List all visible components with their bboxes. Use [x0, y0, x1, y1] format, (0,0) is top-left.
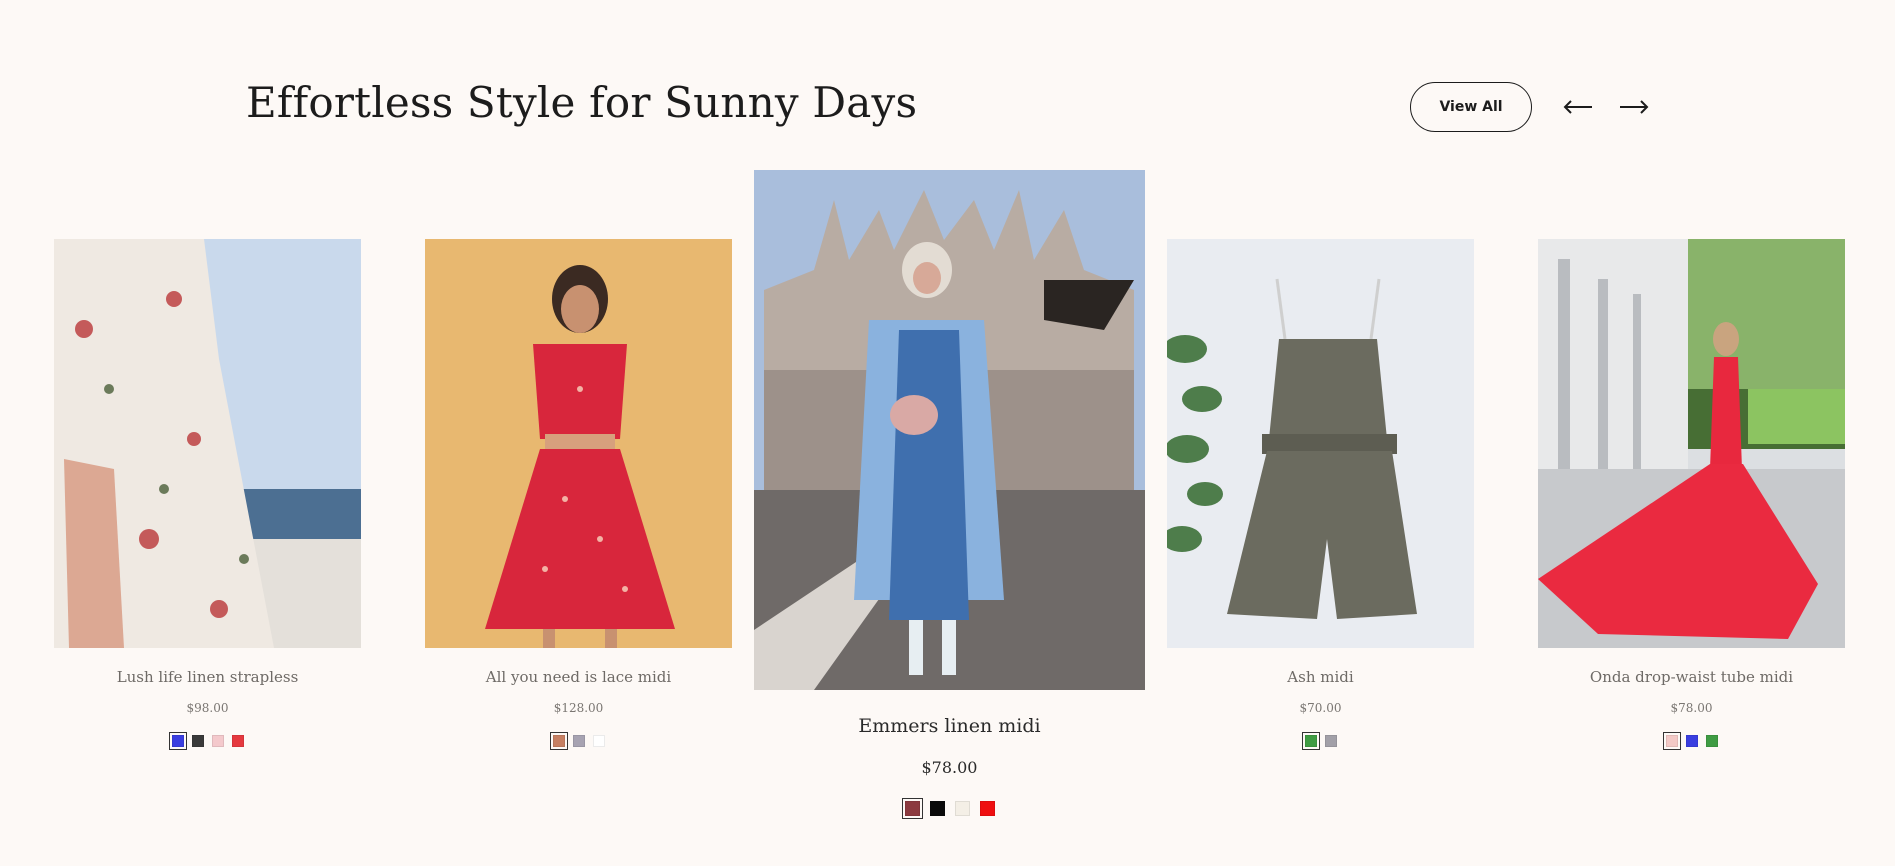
arrow-left-icon — [1563, 100, 1592, 114]
color-swatch[interactable] — [1705, 735, 1718, 747]
color-swatch[interactable] — [929, 801, 945, 816]
color-swatch[interactable] — [231, 735, 244, 747]
product-card[interactable]: All you need is lace midi $128.00 — [425, 239, 732, 759]
product-price: $78.00 — [921, 758, 978, 777]
color-swatch[interactable] — [1324, 735, 1337, 747]
color-swatches — [425, 732, 732, 750]
product-image[interactable] — [1538, 239, 1845, 648]
color-swatch[interactable] — [191, 735, 204, 747]
color-swatch[interactable] — [979, 801, 995, 816]
product-card[interactable]: Ash midi $70.00 — [1167, 239, 1474, 759]
product-card-featured[interactable]: Emmers linen midi $78.00 — [754, 170, 1145, 830]
color-swatch[interactable] — [168, 732, 187, 750]
product-name[interactable]: Lush life linen strapless — [54, 668, 361, 686]
floral-dress-photo — [54, 239, 361, 648]
product-name[interactable]: Onda drop-waist tube midi — [1538, 668, 1845, 686]
olive-romper-photo — [1167, 239, 1474, 648]
color-swatch[interactable] — [211, 735, 224, 747]
color-swatches — [1538, 732, 1845, 750]
color-swatch[interactable] — [1301, 732, 1320, 750]
view-all-button[interactable]: View All — [1410, 82, 1532, 132]
color-swatch[interactable] — [1685, 735, 1698, 747]
product-image[interactable] — [754, 170, 1145, 690]
product-price: $78.00 — [1670, 701, 1713, 715]
color-swatch[interactable] — [549, 732, 568, 750]
color-swatches — [754, 798, 1145, 819]
product-price: $98.00 — [186, 701, 229, 715]
red-floral-midi-photo — [425, 239, 732, 648]
color-swatches — [1167, 732, 1474, 750]
red-gown-photo — [1538, 239, 1845, 648]
color-swatch[interactable] — [901, 798, 923, 819]
color-swatches — [54, 732, 361, 750]
arrow-right-icon — [1620, 100, 1649, 114]
product-image[interactable] — [54, 239, 361, 648]
prev-button[interactable] — [1561, 92, 1595, 122]
product-card[interactable]: Lush life linen strapless $98.00 — [54, 239, 361, 759]
product-card[interactable]: Onda drop-waist tube midi $78.00 — [1538, 239, 1845, 759]
color-swatch[interactable] — [954, 801, 970, 816]
product-image[interactable] — [1167, 239, 1474, 648]
next-button[interactable] — [1617, 92, 1651, 122]
product-price: $70.00 — [1299, 701, 1342, 715]
product-price: $128.00 — [553, 701, 604, 715]
product-name[interactable]: All you need is lace midi — [425, 668, 732, 686]
color-swatch[interactable] — [592, 735, 605, 747]
color-swatch[interactable] — [1662, 732, 1681, 750]
blue-coat-cathedral-photo — [754, 170, 1145, 690]
color-swatch[interactable] — [572, 735, 585, 747]
product-name[interactable]: Ash midi — [1167, 668, 1474, 686]
section-title: Effortless Style for Sunny Days — [246, 78, 918, 127]
product-image[interactable] — [425, 239, 732, 648]
product-name[interactable]: Emmers linen midi — [754, 715, 1145, 737]
